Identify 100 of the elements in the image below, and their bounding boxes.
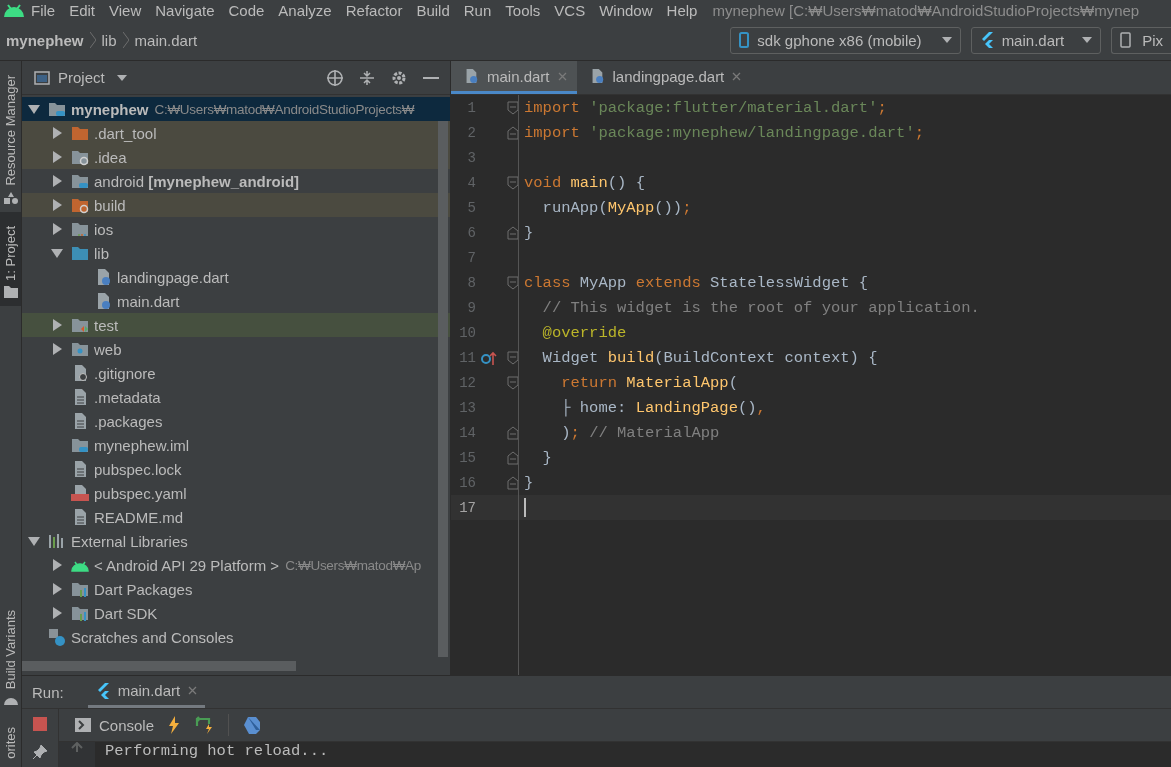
tree-item[interactable]: .gitignore bbox=[22, 361, 450, 385]
tree-item[interactable]: pubspec.lock bbox=[22, 457, 450, 481]
tree-item[interactable]: main.dart bbox=[22, 289, 450, 313]
tree-item[interactable]: lib bbox=[22, 241, 450, 265]
fold-icon[interactable] bbox=[507, 350, 519, 365]
expand-arrow-icon[interactable] bbox=[52, 319, 62, 331]
tree-item[interactable]: pubspec.yaml bbox=[22, 481, 450, 505]
fold-icon[interactable] bbox=[507, 275, 519, 290]
tree-item[interactable]: < Android API 29 Platform > C:₩Users₩matod₩Ap bbox=[22, 553, 450, 577]
menu-item[interactable]: Window bbox=[592, 1, 660, 19]
expand-arrow-icon[interactable] bbox=[52, 127, 62, 139]
code-line: } bbox=[524, 223, 534, 242]
tree-item[interactable]: android [mynephew_android] bbox=[22, 169, 450, 193]
window-icon bbox=[34, 70, 50, 85]
tree-item[interactable]: .packages bbox=[22, 409, 450, 433]
project-view-dropdown[interactable]: Project bbox=[34, 69, 127, 86]
expand-arrow-icon[interactable] bbox=[52, 343, 62, 355]
tree-item[interactable]: README.md bbox=[22, 505, 450, 529]
folder-icon bbox=[71, 220, 89, 238]
line-number: 4 bbox=[466, 174, 476, 191]
yaml-file-icon bbox=[71, 484, 89, 502]
tree-item[interactable]: Dart SDK bbox=[22, 601, 450, 625]
tree-item[interactable]: mynephew C:₩Users₩matod₩AndroidStudioProjects₩ bbox=[22, 97, 450, 121]
tree-item[interactable]: ios bbox=[22, 217, 450, 241]
tree-item[interactable]: landingpage.dart bbox=[22, 265, 450, 289]
menu-item[interactable]: Run bbox=[456, 1, 499, 19]
fold-icon[interactable] bbox=[507, 225, 519, 240]
expand-arrow-icon[interactable] bbox=[52, 583, 62, 595]
console-tab[interactable]: Console bbox=[75, 716, 155, 734]
menu-item[interactable]: Build bbox=[409, 1, 457, 19]
library-folder-icon bbox=[71, 604, 89, 622]
collapse-arrow-icon[interactable] bbox=[28, 536, 40, 546]
tree-item[interactable]: External Libraries bbox=[22, 529, 450, 553]
menu-item[interactable]: Edit bbox=[62, 1, 103, 19]
tree-item[interactable]: test bbox=[22, 313, 450, 337]
breadcrumb[interactable]: lib bbox=[101, 31, 117, 49]
menu-item[interactable]: View bbox=[102, 1, 149, 19]
tool-window-tab[interactable]: Build Variants bbox=[0, 595, 21, 714]
tree-item[interactable]: .dart_tool bbox=[22, 121, 450, 145]
tool-window-tab[interactable]: orites bbox=[0, 713, 21, 767]
tool-window-tab[interactable]: Resource Manager bbox=[0, 61, 21, 212]
menu-item[interactable]: Code bbox=[221, 1, 272, 19]
expand-arrow-icon[interactable] bbox=[52, 199, 62, 211]
fold-icon[interactable] bbox=[507, 475, 519, 490]
module-folder-icon bbox=[48, 100, 66, 118]
collapse-arrow-icon[interactable] bbox=[28, 104, 40, 114]
expand-arrow-icon[interactable] bbox=[52, 607, 62, 619]
expand-arrow-icon[interactable] bbox=[52, 175, 62, 187]
expand-arrow-icon[interactable] bbox=[52, 559, 62, 571]
breadcrumb[interactable]: main.dart bbox=[134, 31, 198, 49]
editor-tab[interactable]: landingpage.dart bbox=[576, 61, 752, 94]
menu-item[interactable]: Help bbox=[659, 1, 705, 19]
run-label: Run: bbox=[32, 683, 64, 701]
restart-icon[interactable] bbox=[194, 716, 215, 734]
tree-item[interactable]: build bbox=[22, 193, 450, 217]
expand-arrow-icon[interactable] bbox=[52, 223, 62, 235]
close-icon[interactable] bbox=[188, 686, 198, 695]
close-icon[interactable] bbox=[732, 71, 742, 81]
line-number: 5 bbox=[466, 199, 476, 216]
breadcrumb[interactable]: mynephew bbox=[6, 31, 84, 49]
tree-item[interactable]: .metadata bbox=[22, 385, 450, 409]
tree-item[interactable]: Dart Packages bbox=[22, 577, 450, 601]
text-cursor bbox=[524, 498, 526, 517]
console-output: Performing hot reload... bbox=[104, 742, 329, 762]
window-title: mynephew [C:₩Users₩matod₩AndroidStudioProjects₩mynep bbox=[712, 1, 1140, 19]
line-number: 10 bbox=[458, 324, 476, 341]
device-selector[interactable]: sdk gphone x86 (mobile) bbox=[730, 26, 961, 54]
code-line: import 'package:mynephew/landingpage.dart'; bbox=[524, 123, 924, 142]
menu-item[interactable]: Analyze bbox=[271, 1, 339, 19]
lightning-icon[interactable] bbox=[168, 716, 181, 734]
scratches-icon bbox=[48, 628, 66, 646]
fold-icon[interactable] bbox=[507, 125, 519, 140]
tree-item[interactable]: Scratches and Consoles bbox=[22, 625, 450, 649]
expand-arrow-icon[interactable] bbox=[52, 151, 62, 163]
tree-item[interactable]: web bbox=[22, 337, 450, 361]
fold-icon[interactable] bbox=[507, 175, 519, 190]
menu-item[interactable]: File bbox=[24, 1, 63, 19]
menu-item[interactable]: Refactor bbox=[338, 1, 410, 19]
tool-window-tab[interactable]: 1: Project bbox=[0, 211, 21, 307]
device-button[interactable]: Pix bbox=[1111, 26, 1171, 54]
override-icon[interactable] bbox=[481, 350, 497, 365]
pin-icon[interactable] bbox=[33, 745, 47, 759]
tree-item[interactable]: .idea bbox=[22, 145, 450, 169]
scrollbar[interactable] bbox=[438, 121, 448, 657]
fold-icon[interactable] bbox=[507, 425, 519, 440]
fold-icon[interactable] bbox=[507, 100, 519, 115]
menu-item[interactable]: Tools bbox=[498, 1, 548, 19]
line-number: 13 bbox=[458, 399, 476, 416]
scrollbar[interactable] bbox=[22, 661, 296, 671]
run-tab[interactable]: main.dart bbox=[87, 676, 206, 708]
fold-icon[interactable] bbox=[507, 450, 519, 465]
dart-logo-icon[interactable] bbox=[243, 716, 262, 734]
line-number: 12 bbox=[458, 374, 476, 391]
collapse-arrow-icon[interactable] bbox=[51, 248, 63, 258]
tree-item[interactable]: mynephew.iml bbox=[22, 433, 450, 457]
editor-tab[interactable]: main.dart bbox=[451, 61, 577, 94]
menu-item[interactable]: VCS bbox=[547, 1, 593, 19]
fold-icon[interactable] bbox=[507, 375, 519, 390]
menu-item[interactable]: Navigate bbox=[148, 1, 222, 19]
run-configuration-selector[interactable]: main.dart bbox=[970, 26, 1102, 54]
